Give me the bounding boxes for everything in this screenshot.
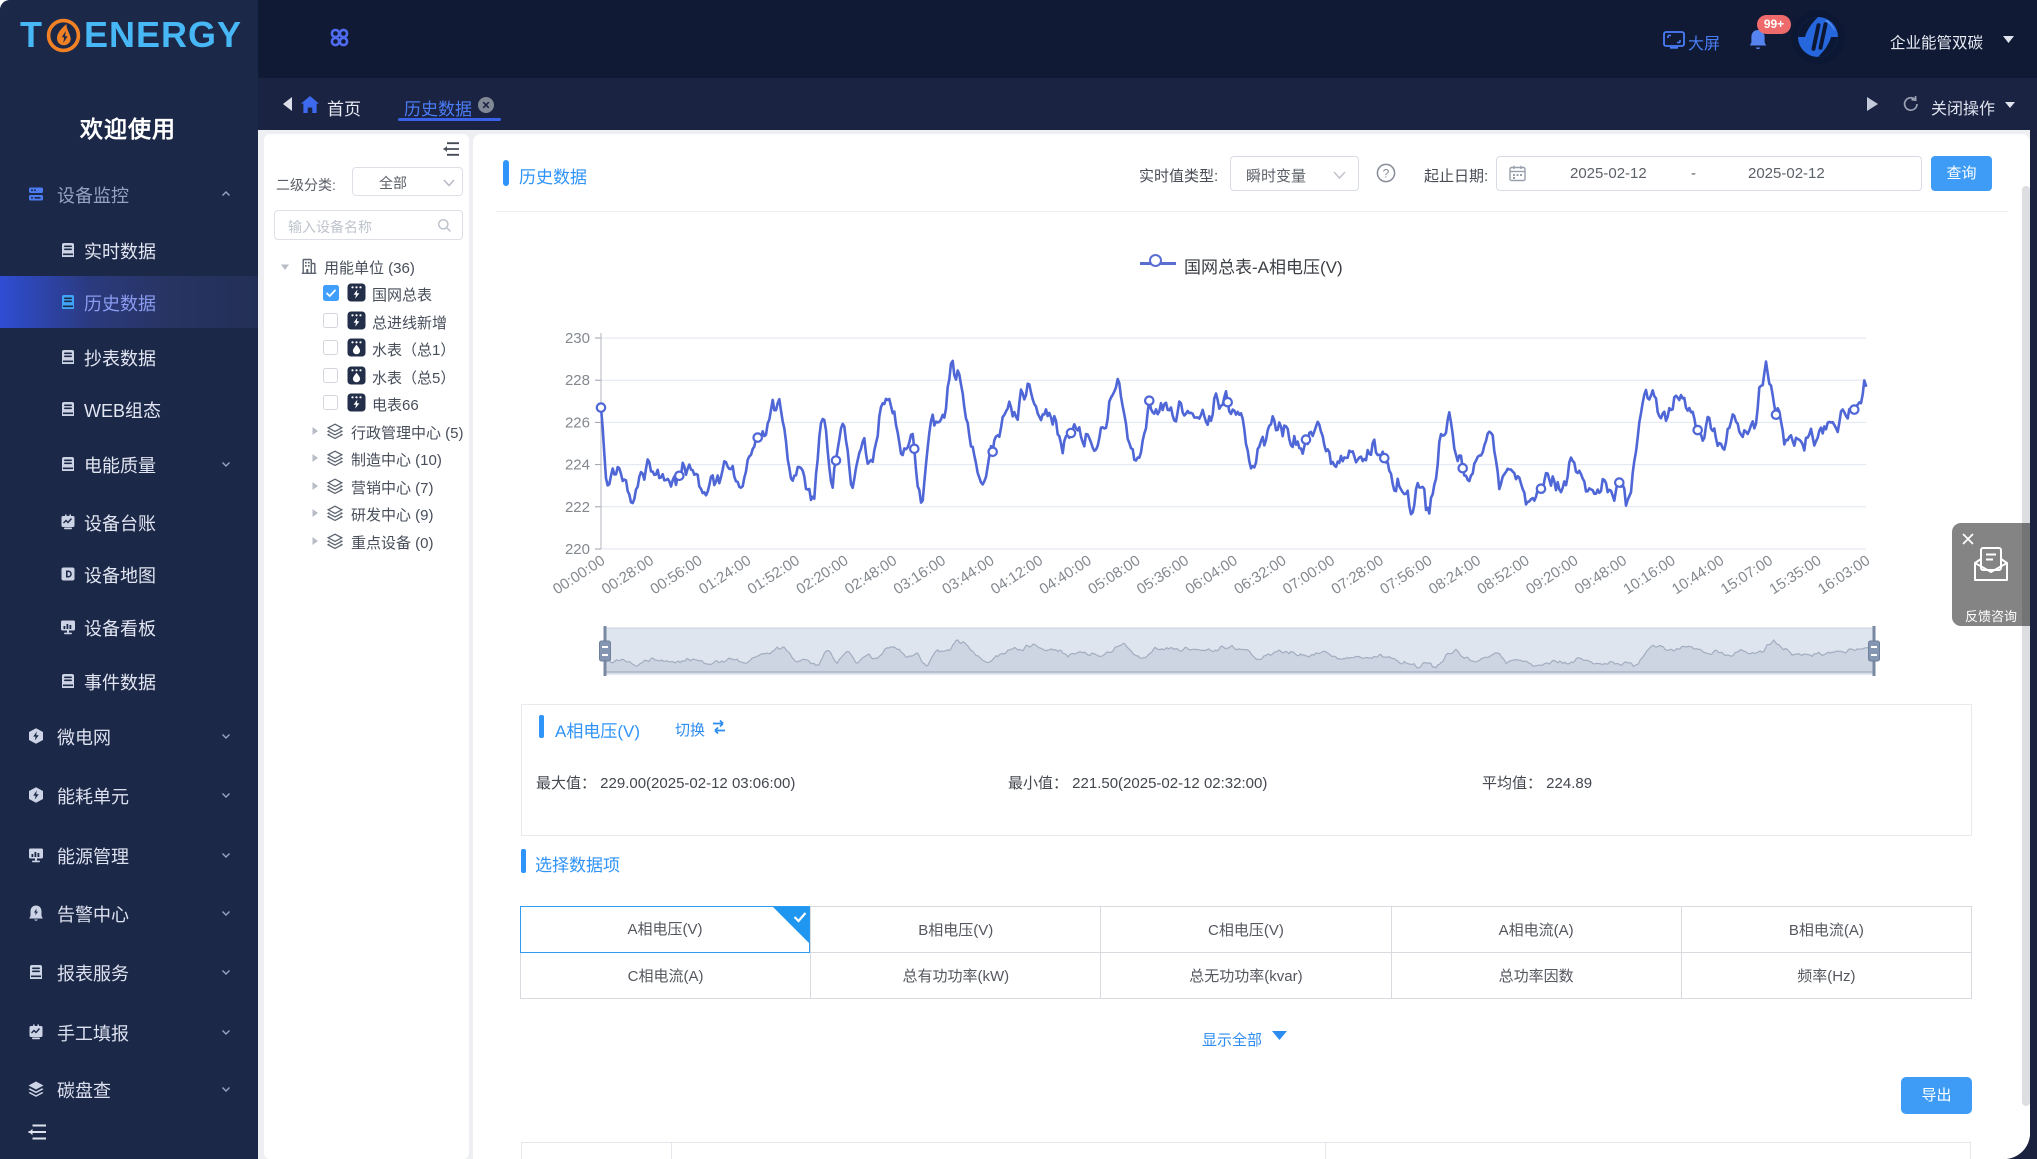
svg-text:01:52:00: 01:52:00 (745, 552, 803, 598)
svg-text:228: 228 (565, 372, 590, 389)
svg-text:226: 226 (565, 414, 590, 431)
svg-text:07:56:00: 07:56:00 (1377, 552, 1435, 598)
svg-text:224: 224 (565, 457, 590, 474)
svg-text:15:35:00: 15:35:00 (1766, 552, 1824, 598)
svg-text:220: 220 (565, 541, 590, 558)
svg-text:07:28:00: 07:28:00 (1328, 552, 1386, 598)
svg-text:16:03:00: 16:03:00 (1815, 552, 1873, 598)
svg-text:05:08:00: 05:08:00 (1085, 552, 1143, 598)
svg-text:10:44:00: 10:44:00 (1669, 552, 1727, 598)
svg-text:00:00:00: 00:00:00 (550, 552, 608, 598)
svg-text:00:56:00: 00:56:00 (647, 552, 705, 598)
svg-text:04:12:00: 04:12:00 (988, 552, 1046, 598)
svg-text:230: 230 (565, 330, 590, 347)
svg-text:05:36:00: 05:36:00 (1134, 552, 1192, 598)
svg-text:222: 222 (565, 499, 590, 516)
svg-text:09:48:00: 09:48:00 (1572, 552, 1630, 598)
svg-text:00:28:00: 00:28:00 (599, 552, 657, 598)
svg-text:09:20:00: 09:20:00 (1523, 552, 1581, 598)
svg-text:03:16:00: 03:16:00 (891, 552, 949, 598)
svg-text:06:32:00: 06:32:00 (1231, 552, 1289, 598)
svg-text:10:16:00: 10:16:00 (1620, 552, 1678, 598)
svg-text:04:40:00: 04:40:00 (1036, 552, 1094, 598)
svg-text:03:44:00: 03:44:00 (939, 552, 997, 598)
svg-text:15:07:00: 15:07:00 (1718, 552, 1776, 598)
svg-text:?: ? (1383, 166, 1390, 180)
svg-text:08:52:00: 08:52:00 (1474, 552, 1532, 598)
svg-text:07:00:00: 07:00:00 (1280, 552, 1338, 598)
svg-text:01:24:00: 01:24:00 (696, 552, 754, 598)
svg-text:02:20:00: 02:20:00 (793, 552, 851, 598)
svg-text:06:04:00: 06:04:00 (1182, 552, 1240, 598)
svg-text:08:24:00: 08:24:00 (1426, 552, 1484, 598)
svg-text:02:48:00: 02:48:00 (842, 552, 900, 598)
